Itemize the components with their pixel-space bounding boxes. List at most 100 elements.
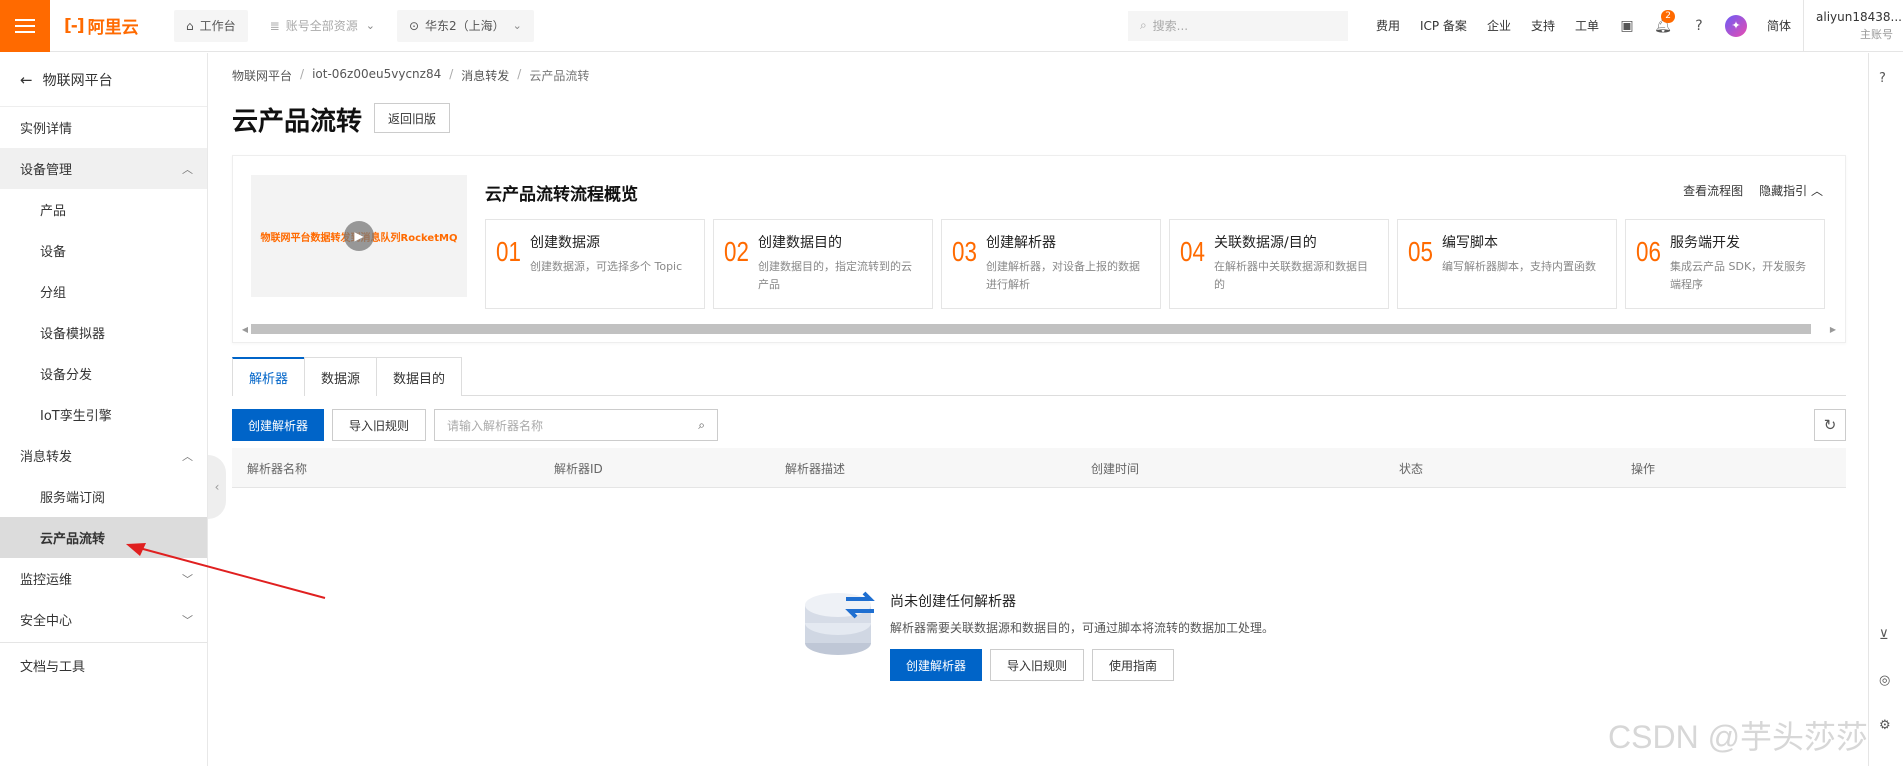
feedback-icon[interactable]: ◎ xyxy=(1879,673,1890,688)
sidebar-item-cloud-forward[interactable]: 云产品流转 xyxy=(0,517,207,558)
enterprise-link[interactable]: 企业 xyxy=(1477,17,1521,34)
support-link[interactable]: 支持 xyxy=(1521,17,1565,34)
ai-assistant-icon[interactable]: ✦ xyxy=(1724,14,1747,37)
sidebar-group-message-forward[interactable]: 消息转发 ︿ xyxy=(0,435,207,476)
terminal-icon[interactable]: ▣ xyxy=(1609,18,1645,34)
region-label: 华东2（上海） xyxy=(425,19,505,33)
arrow-left-icon: ← xyxy=(20,70,33,89)
flow-step: 05 编写脚本 编写解析器脚本，支持内置函数 xyxy=(1397,219,1617,309)
language-switch[interactable]: 简体 xyxy=(1755,17,1803,34)
sidebar-item-device[interactable]: 设备 xyxy=(0,230,207,271)
tab-data-destination[interactable]: 数据目的 xyxy=(376,357,463,396)
step-number: 01 xyxy=(496,236,521,267)
breadcrumb-item[interactable]: 物联网平台 xyxy=(232,67,292,84)
help-circle-icon[interactable]: ? xyxy=(1879,71,1886,86)
flow-steps: 01 创建数据源创建数据源，可选择多个 Topic 02 创建数据目的 创建数据目的，… xyxy=(485,219,1825,309)
step-title: 创建解析器 xyxy=(986,235,1056,251)
step-desc: 创建数据源，可选择多个 Topic xyxy=(530,260,683,273)
help-icon[interactable]: ? xyxy=(1681,18,1717,34)
tutorial-video[interactable]: 物联网平台数据转发到消息队列RocketMQ ▶ xyxy=(251,175,467,297)
aliyun-logo-icon: [-] xyxy=(64,15,85,36)
breadcrumb: 物联网平台 / iot-06z00eu5vycnz84 / 消息转发 / 云产品流转 xyxy=(232,67,589,84)
account-scope-label: 账号全部资源 xyxy=(285,19,358,33)
cart-icon[interactable]: ⊻ xyxy=(1879,628,1889,643)
aliyun-logo[interactable]: [-] 阿里云 xyxy=(64,13,164,39)
sidebar-back-label: 物联网平台 xyxy=(42,72,113,89)
user-account-menu[interactable]: aliyun18438... 主账号 xyxy=(1803,0,1903,52)
search-icon[interactable]: ⌕ xyxy=(698,418,705,433)
step-number: 06 xyxy=(1636,236,1661,267)
empty-database-icon xyxy=(805,591,875,655)
sidebar-divider xyxy=(0,642,207,643)
step-title: 创建数据源 xyxy=(530,235,600,251)
sidebar-collapse-handle[interactable]: ‹ xyxy=(208,455,226,519)
hamburger-menu-button[interactable] xyxy=(0,0,50,52)
step-title: 服务端开发 xyxy=(1670,235,1740,251)
sidebar-item-label: 设备分发 xyxy=(40,368,93,383)
notification-badge: 2 xyxy=(1661,9,1675,23)
breadcrumb-separator: / xyxy=(517,67,522,81)
sidebar-group-security-center[interactable]: 安全中心 ﹀ xyxy=(0,599,207,640)
sidebar-item-label: 设备模拟器 xyxy=(40,327,106,342)
table-header: 解析器名称 解析器ID 解析器描述 创建时间 状态 操作 xyxy=(232,448,1846,488)
overview-links: 查看流程图 隐藏指引 ︿ xyxy=(1683,182,1823,199)
back-to-old-version-button[interactable]: 返回旧版 xyxy=(374,103,451,133)
empty-create-parser-button[interactable]: 创建解析器 xyxy=(890,649,983,681)
flow-step: 02 创建数据目的 创建数据目的，指定流转到的云产品 xyxy=(713,219,933,309)
bell-icon[interactable]: 🔔︎ 2 xyxy=(1645,9,1681,34)
user-name: aliyun18438... xyxy=(1816,9,1902,24)
usage-guide-button[interactable]: 使用指南 xyxy=(1092,649,1175,681)
chevron-down-icon: ﹀ xyxy=(182,572,193,586)
breadcrumb-item[interactable]: 消息转发 xyxy=(461,67,509,84)
scrollbar-thumb[interactable] xyxy=(251,324,1812,334)
column-header: 状态 xyxy=(1399,462,1424,476)
flow-step: 06 服务端开发 集成云产品 SDK，开发服务端程序 xyxy=(1625,219,1825,309)
create-parser-button[interactable]: 创建解析器 xyxy=(232,409,325,441)
sidebar-item-label: 消息转发 xyxy=(20,450,73,465)
settings-icon[interactable]: ⚙ xyxy=(1879,718,1891,733)
billing-link[interactable]: 费用 xyxy=(1366,17,1410,34)
sidebar-item-device-simulator[interactable]: 设备模拟器 xyxy=(0,312,207,353)
sidebar-item-docs-tools[interactable]: 文档与工具 xyxy=(0,645,207,686)
workbench-button[interactable]: ⌂ 工作台 xyxy=(174,9,248,42)
flow-step: 04 关联数据源/目的 在解析器中关联数据源和数据目的 xyxy=(1169,219,1389,309)
refresh-button[interactable]: ↻ xyxy=(1814,409,1846,441)
global-search-input[interactable]: ⌕ 搜索... xyxy=(1127,10,1348,41)
ticket-link[interactable]: 工单 xyxy=(1565,17,1609,34)
sidebar-item-group[interactable]: 分组 xyxy=(0,271,207,312)
step-number: 04 xyxy=(1180,236,1205,267)
empty-state: 尚未创建任何解析器 解析器需要关联数据源和数据目的，可通过脚本将流转的数据加工处… xyxy=(802,583,1322,713)
flow-overview-panel: 物联网平台数据转发到消息队列RocketMQ ▶ 云产品流转流程概览 查看流程图… xyxy=(232,155,1846,343)
empty-import-old-rules-button[interactable]: 导入旧规则 xyxy=(990,649,1085,681)
tab-data-source[interactable]: 数据源 xyxy=(304,357,378,396)
sidebar-item-instance-detail[interactable]: 实例详情 xyxy=(0,107,207,148)
breadcrumb-item[interactable]: iot-06z00eu5vycnz84 xyxy=(312,67,441,84)
top-navbar: [-] 阿里云 ⌂ 工作台 ≣ 账号全部资源 ⌄ ⊙ 华东2（上海） ⌄ ⌕ 搜… xyxy=(0,0,1903,52)
sidebar-group-monitor-ops[interactable]: 监控运维 ﹀ xyxy=(0,558,207,599)
sidebar-back-link[interactable]: ← 物联网平台 xyxy=(0,53,207,107)
scrollbar-track[interactable] xyxy=(251,324,1827,334)
import-old-rules-button[interactable]: 导入旧规则 xyxy=(332,409,427,441)
parser-search-input[interactable]: 请输入解析器名称 ⌕ xyxy=(434,409,719,441)
sidebar-group-device-mgmt[interactable]: 设备管理 ︿ xyxy=(0,148,207,189)
play-icon[interactable]: ▶ xyxy=(344,221,374,251)
tab-parser[interactable]: 解析器 xyxy=(232,357,306,396)
list-icon: ≣ xyxy=(269,18,280,33)
hide-guide-link[interactable]: 隐藏指引 ︿ xyxy=(1759,182,1823,199)
step-desc: 在解析器中关联数据源和数据目的 xyxy=(1214,260,1368,291)
view-flowchart-link[interactable]: 查看流程图 xyxy=(1683,182,1743,199)
scroll-right-arrow-icon[interactable]: ▶ xyxy=(1827,325,1839,334)
chevron-down-icon: ⌄ xyxy=(365,19,375,32)
search-placeholder: 搜索... xyxy=(1152,19,1189,33)
hide-guide-label: 隐藏指引 xyxy=(1759,184,1808,198)
workbench-label: 工作台 xyxy=(199,19,236,33)
region-selector[interactable]: ⊙ 华东2（上海） ⌄ xyxy=(396,9,534,42)
scroll-left-arrow-icon[interactable]: ◀ xyxy=(239,325,251,334)
account-scope-dropdown[interactable]: ≣ 账号全部资源 ⌄ xyxy=(257,9,387,42)
sidebar-item-device-distribution[interactable]: 设备分发 xyxy=(0,353,207,394)
sidebar-item-product[interactable]: 产品 xyxy=(0,189,207,230)
horizontal-scrollbar[interactable]: ◀ ▶ xyxy=(239,324,1839,334)
sidebar-item-server-subscribe[interactable]: 服务端订阅 xyxy=(0,476,207,517)
icp-link[interactable]: ICP 备案 xyxy=(1410,17,1477,34)
sidebar-item-iot-twin[interactable]: IoT孪生引擎 xyxy=(0,394,207,435)
